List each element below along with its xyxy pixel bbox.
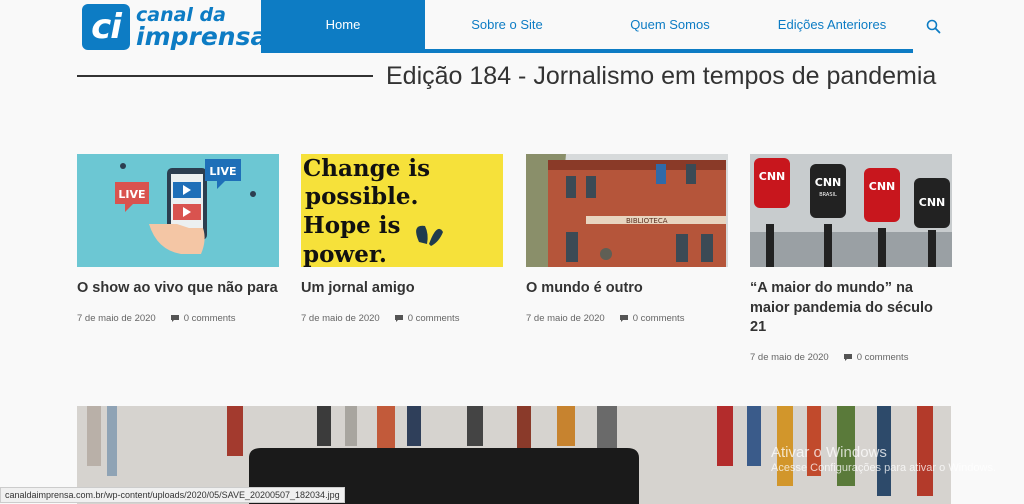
page-title: Edição 184 - Jornalismo em tempos de pan… (386, 62, 937, 90)
live-label-left: LIVE (118, 188, 145, 201)
post-thumbnail-change[interactable]: Change is possible. Hope is power. (301, 154, 503, 267)
main-nav: Home Sobre o Site Quem Somos Edições Ant… (261, 0, 913, 53)
post-comments-4[interactable]: 0 comments (857, 352, 909, 363)
post-meta-4: 7 de maio de 2020 0 comments (750, 352, 952, 363)
post-date-1: 7 de maio de 2020 (77, 312, 156, 324)
nav-home[interactable]: Home (261, 0, 425, 49)
biblioteca-sign: BIBLIOTECA (626, 217, 668, 225)
nav-sobre-o-site[interactable]: Sobre o Site (425, 0, 589, 49)
comment-icon (619, 314, 628, 322)
logo-mark: ci (82, 4, 130, 50)
post-thumbnail-cnn[interactable]: CNN CNN BRASIL CNN CNN (750, 154, 952, 267)
post-comments-2[interactable]: 0 comments (408, 313, 460, 324)
post-comments-3[interactable]: 0 comments (633, 313, 685, 324)
post-date-3: 7 de maio de 2020 (526, 312, 605, 324)
post-card-2: Change is possible. Hope is power. Um jo… (301, 154, 503, 324)
post-thumbnail-biblioteca[interactable]: BIBLIOTECA (526, 154, 728, 267)
power-text: power. (303, 241, 387, 267)
comment-icon (170, 314, 179, 322)
post-card-1: LIVE LIVE O show ao vivo que não para 7 … (77, 154, 279, 324)
post-title-2[interactable]: Um jornal amigo (301, 279, 503, 299)
logo-line2: imprensa (136, 21, 268, 51)
post-card-4: CNN CNN BRASIL CNN CNN “A maior do mundo… (750, 154, 952, 363)
post-title-3[interactable]: O mundo é outro (526, 279, 728, 299)
comment-icon (843, 353, 852, 361)
hope-text: Hope is (303, 212, 400, 239)
cnn-label-2: CNN (815, 176, 842, 189)
windows-activation-title: Ativar o Windows (771, 444, 887, 461)
post-title-4[interactable]: “A maior do mundo” na maior pandemia do … (750, 279, 952, 338)
post-comments-1[interactable]: 0 comments (184, 313, 236, 324)
change-text: Change is (303, 155, 430, 182)
nav-quem-somos[interactable]: Quem Somos (589, 0, 751, 49)
post-meta-2: 7 de maio de 2020 0 comments (301, 313, 503, 324)
live-label-right: LIVE (209, 165, 236, 178)
logo-text: canal da imprensa (136, 5, 268, 51)
post-date-2: 7 de maio de 2020 (301, 312, 380, 324)
post-thumbnail-live[interactable]: LIVE LIVE (77, 154, 279, 267)
cnn-label-4: CNN (919, 196, 946, 209)
search-icon[interactable] (925, 18, 943, 36)
post-card-3: BIBLIOTECA O mundo é outro 7 de maio de … (526, 154, 728, 324)
nav-edicoes-anteriores[interactable]: Edições Anteriores (751, 0, 913, 49)
cnn-brasil-label: BRASIL (819, 192, 837, 198)
windows-activation-subtitle: Acesse Configurações para ativar o Windo… (771, 462, 996, 474)
title-divider (77, 75, 373, 77)
post-meta-1: 7 de maio de 2020 0 comments (77, 313, 279, 324)
cnn-label-3: CNN (869, 180, 896, 193)
comment-icon (394, 314, 403, 322)
possible-text: possible. (305, 183, 419, 210)
post-meta-3: 7 de maio de 2020 0 comments (526, 313, 728, 324)
cnn-label-1: CNN (759, 170, 786, 183)
post-date-4: 7 de maio de 2020 (750, 351, 829, 363)
post-title-1[interactable]: O show ao vivo que não para (77, 279, 279, 299)
browser-status-url: canaldaimprensa.com.br/wp-content/upload… (0, 487, 345, 503)
site-logo[interactable]: ci canal da imprensa (82, 4, 267, 50)
